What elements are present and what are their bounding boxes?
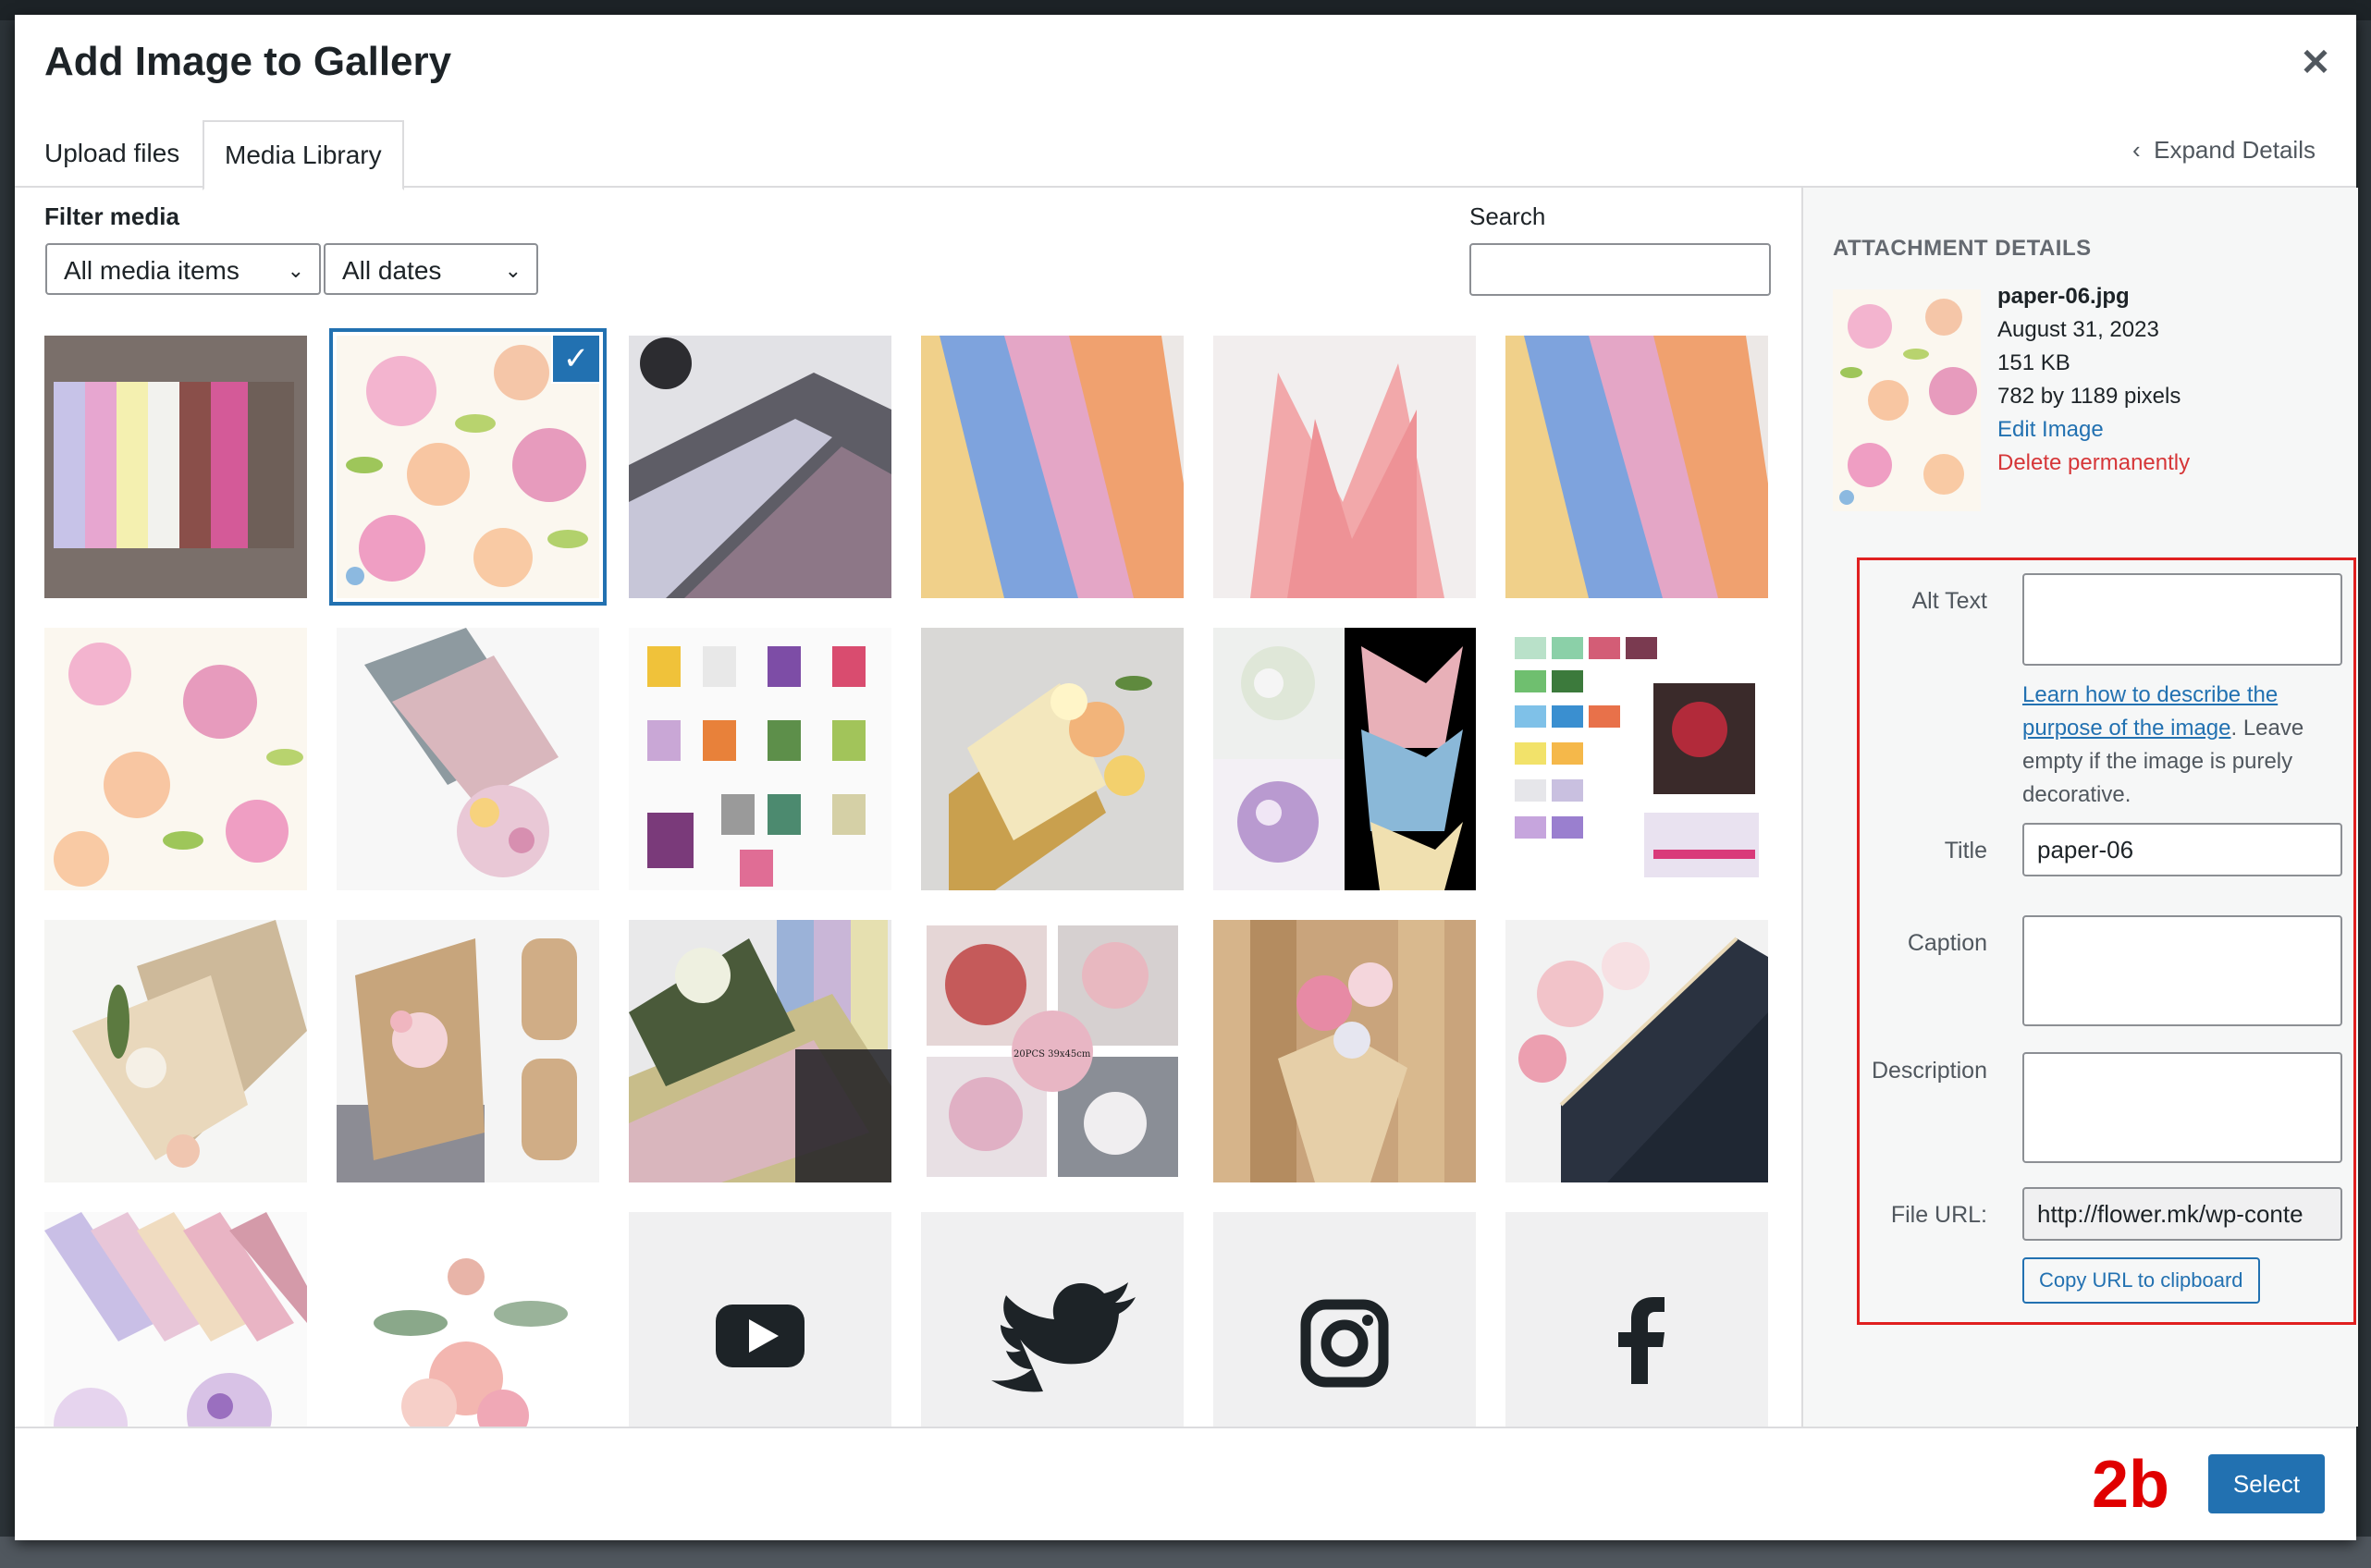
attachment-size: 151 KB (1997, 350, 2070, 375)
delete-permanently-link[interactable]: Delete permanently (1997, 447, 2190, 480)
attachment-dimensions: 782 by 1189 pixels (1997, 384, 2181, 409)
edit-image-link[interactable]: Edit Image (1997, 413, 2190, 447)
title-field[interactable]: paper-06 (2022, 823, 2342, 876)
attachment-fields: Alt Text Learn how to describe the purpo… (1857, 557, 2356, 1325)
media-item[interactable] (921, 1212, 1184, 1427)
media-item[interactable]: 20PCS 39x45cm (921, 920, 1184, 1182)
media-item[interactable] (44, 920, 307, 1182)
alt-text-help: Learn how to describe the purpose of the… (2022, 679, 2342, 812)
modal-toolbar: 2b Select (15, 1427, 2356, 1540)
description-label: Description (1871, 1058, 1987, 1084)
attachment-details-heading: ATTACHMENT DETAILS (1833, 236, 2092, 261)
chevron-down-icon: ⌄ (287, 259, 304, 282)
title-label: Title (1944, 838, 1987, 864)
media-type-select[interactable]: All media items ⌄ (45, 243, 321, 295)
attachment-date: August 31, 2023 (1997, 317, 2159, 342)
tab-upload-files[interactable]: Upload files (24, 120, 200, 187)
alt-text-field[interactable] (2022, 573, 2342, 666)
copy-url-button[interactable]: Copy URL to clipboard (2022, 1257, 2260, 1304)
search-input[interactable] (1469, 243, 1771, 296)
attachment-thumbnail (1833, 289, 1981, 511)
attachment-info: paper-06.jpg August 31, 2023 151 KB 782 … (1997, 280, 2190, 480)
media-item[interactable] (629, 628, 891, 890)
admin-bottom-area (0, 1537, 2371, 1568)
media-item[interactable] (1213, 920, 1476, 1182)
search-label: Search (1469, 202, 1546, 230)
tab-media-library[interactable]: Media Library (203, 120, 404, 190)
media-item[interactable] (1213, 628, 1476, 890)
modal-title: Add Image to Gallery (44, 39, 452, 84)
media-item-selected[interactable]: ✓ (337, 336, 599, 598)
media-item[interactable] (629, 1212, 891, 1427)
media-item[interactable] (337, 920, 599, 1182)
chevron-left-icon: ‹ (2132, 136, 2155, 164)
modal-tabs: Upload files Media Library ‹ Expand Deta… (15, 104, 2356, 190)
media-item[interactable] (629, 920, 891, 1182)
attachment-filename: paper-06.jpg (1997, 284, 2130, 309)
date-select[interactable]: All dates ⌄ (324, 243, 538, 295)
media-item[interactable] (1213, 1212, 1476, 1427)
media-item[interactable] (44, 628, 307, 890)
media-item[interactable] (1505, 1212, 1768, 1427)
media-item[interactable] (629, 336, 891, 598)
media-item[interactable] (921, 628, 1184, 890)
annotation-badge: 2b (2092, 1448, 2170, 1522)
media-modal: Add Image to Gallery ✕ Upload files Medi… (15, 15, 2358, 1540)
caption-field[interactable] (2022, 915, 2342, 1026)
file-url-field[interactable]: http://flower.mk/wp-conte (2022, 1187, 2342, 1241)
close-icon[interactable]: ✕ (2293, 41, 2338, 85)
expand-details-label: Expand Details (2154, 136, 2316, 164)
media-item[interactable] (1505, 920, 1768, 1182)
media-item[interactable] (337, 628, 599, 890)
file-url-label: File URL: (1890, 1202, 1987, 1228)
chevron-down-icon: ⌄ (504, 259, 522, 282)
media-item[interactable] (1213, 336, 1476, 598)
caption-label: Caption (1907, 930, 1987, 956)
select-button[interactable]: Select (2208, 1454, 2325, 1513)
media-item[interactable] (921, 336, 1184, 598)
svg-text:20PCS 39x45cm: 20PCS 39x45cm (1014, 1049, 1091, 1060)
media-item[interactable] (44, 336, 307, 598)
media-item[interactable] (337, 1212, 599, 1427)
media-browser: Filter media All media items ⌄ All dates… (15, 188, 1801, 1427)
filter-media-label: Filter media (44, 202, 179, 230)
alt-text-label: Alt Text (1911, 588, 1987, 614)
media-item[interactable] (1505, 628, 1768, 890)
expand-details-button[interactable]: ‹ Expand Details (2132, 136, 2316, 165)
description-field[interactable] (2022, 1052, 2342, 1163)
checkmark-icon[interactable]: ✓ (551, 336, 599, 384)
attachment-details-panel: ATTACHMENT DETAILS paper-06.jpg August 3… (1801, 188, 2358, 1427)
media-item[interactable] (1505, 336, 1768, 598)
media-type-value: All media items (64, 256, 240, 285)
date-value: All dates (342, 256, 442, 285)
media-item[interactable] (44, 1212, 307, 1427)
